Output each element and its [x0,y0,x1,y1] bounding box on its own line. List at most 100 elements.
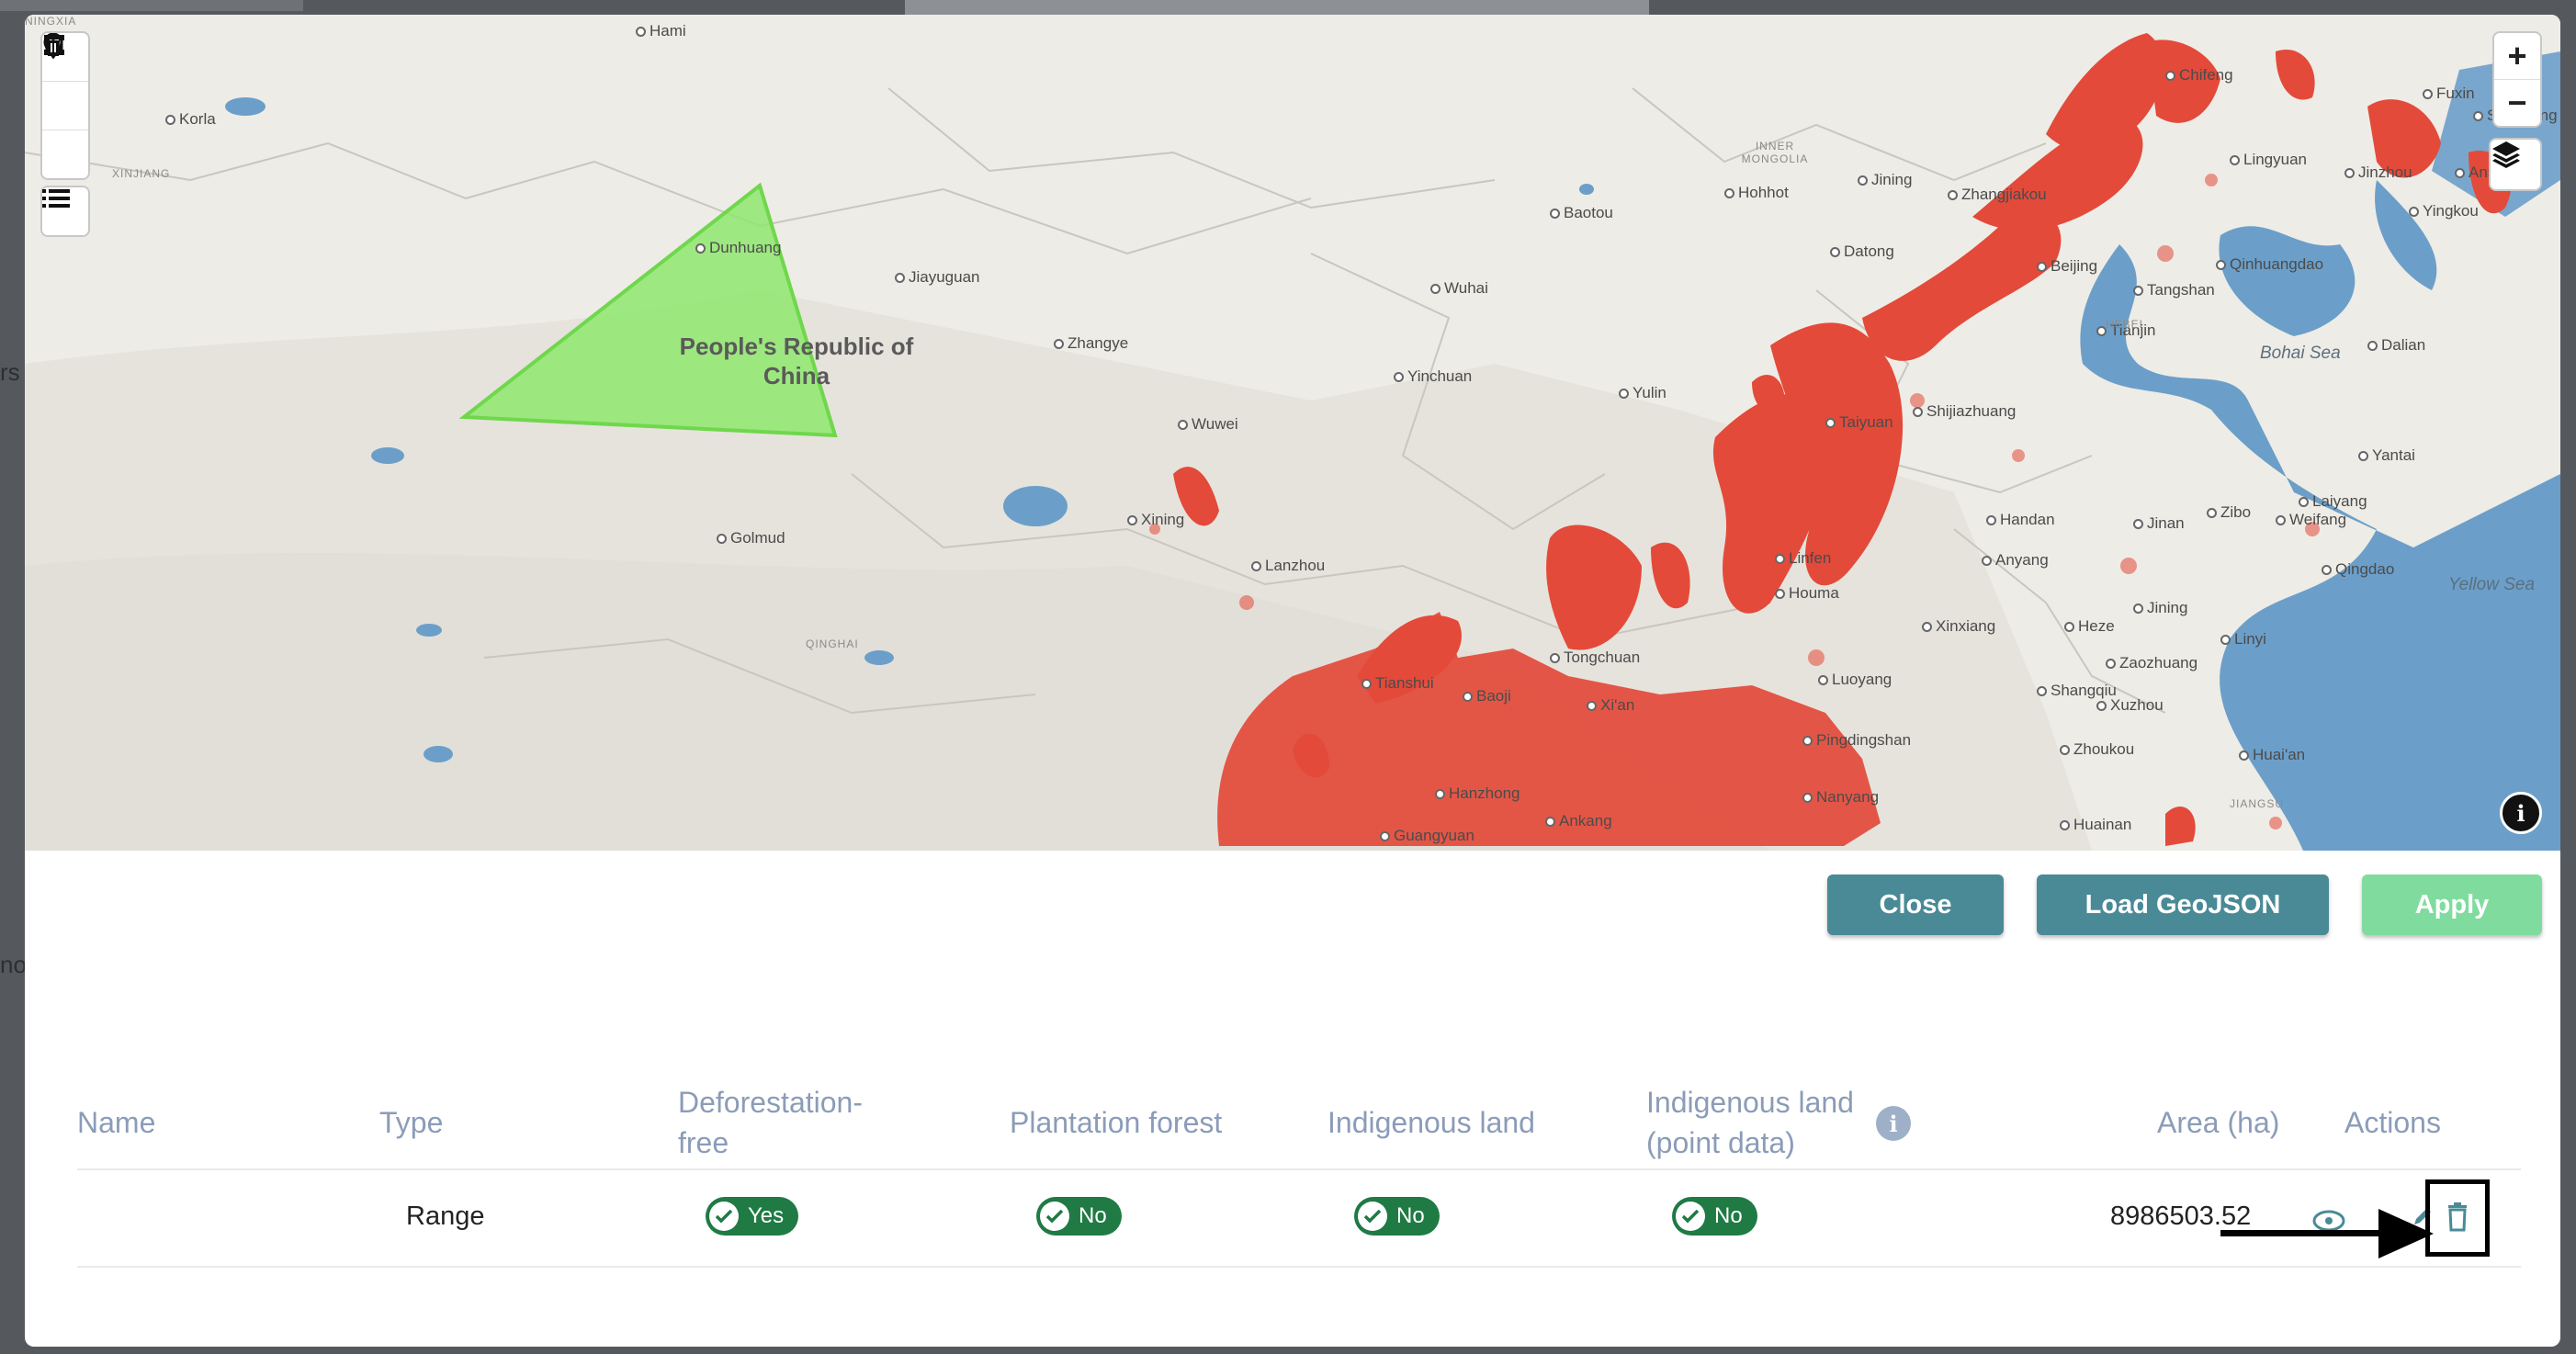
map-city-label: Luoyang [1818,671,1892,689]
column-header-deforestation: Deforestation- free [678,1082,863,1163]
indigenous-info-button[interactable]: i [1876,1106,1911,1141]
map-info-button[interactable]: i [2500,792,2542,834]
map-city-label: Wuwei [1178,415,1238,434]
list-icon [42,189,70,208]
map-city-label: Heze [2064,617,2115,636]
column-header-name: Name [77,1106,156,1139]
map-region-label: JIANGSU [2230,797,2285,810]
backdrop-top-bar [905,0,1649,15]
table-header-divider [77,1168,2521,1170]
map-city-label: Shangqiu [2037,682,2117,700]
delete-shapes-button[interactable] [42,33,88,178]
map-city-label: Huai'an [2239,746,2305,764]
map-city-label: Handan [1986,511,2055,529]
map-sea-label: Bohai Sea [2260,344,2341,363]
map-city-label: Beijing [2037,257,2097,276]
header-line: free [678,1126,729,1159]
map-city-label: Linfen [1775,549,1831,568]
map-city-label: Jining [2133,599,2187,617]
list-toolbar [40,186,90,237]
map-city-label: Tongchuan [1550,649,1640,667]
map-city-label: Yingkou [2409,202,2479,220]
column-header-area: Area (ha) [2157,1106,2280,1139]
close-button[interactable]: Close [1827,874,2004,935]
map-country-label: People's Republic of China [679,333,914,389]
draw-marker-button[interactable] [42,33,88,130]
map-city-label: Wuhai [1430,279,1488,298]
column-header-plantation: Plantation forest [1010,1106,1223,1139]
minus-icon: − [2507,84,2527,121]
map-city-label: Jinzhou [2344,164,2412,182]
indigenous-point-badge: No [1672,1197,1757,1236]
map-city-label: Xining [1127,511,1184,529]
annotation-highlight-box [2425,1179,2490,1257]
map-city-label: Qingdao [2322,560,2394,579]
map-city-label: Tianshui [1361,674,1434,693]
load-geojson-button[interactable]: Load GeoJSON [2037,874,2329,935]
check-icon [1676,1202,1705,1231]
check-icon [1040,1202,1069,1231]
backdrop-strip [0,0,303,11]
area-selection-modal: Hami Korla Dunhuang Jiayuguan Zhangye Wu… [25,15,2560,1347]
map-city-label: Dalian [2367,336,2425,355]
header-line: (point data) [1646,1126,1795,1159]
map-city-label: Guangyuan [1380,827,1474,845]
map-city-label: Baoji [1463,687,1511,705]
row-type: Range [406,1202,485,1231]
zoom-in-button[interactable]: + [2494,33,2540,79]
badge-label: Yes [748,1203,785,1228]
map-city-label: Hanzhong [1435,784,1520,803]
map-city-label: Taiyuan [1825,413,1893,432]
map-city-label: Zhangjiakou [1948,186,2047,204]
annotation-arrow [2220,1209,2434,1258]
info-icon: i [1889,1110,1898,1137]
column-header-type: Type [379,1106,444,1139]
header-line: Indigenous land [1646,1086,1854,1119]
map-city-label: Baotou [1550,204,1613,222]
map-city-label: Shijiazhuang [1913,402,2016,421]
info-icon: i [2516,799,2525,827]
indigenous-land-badge: No [1354,1197,1440,1236]
header-line: Deforestation- [678,1086,863,1119]
zoom-out-button[interactable]: − [2494,79,2540,126]
map-city-label: Xi'an [1587,696,1634,715]
column-header-indigenous-point: Indigenous land (point data) [1646,1082,1854,1163]
apply-button[interactable]: Apply [2362,874,2542,935]
map-view[interactable]: Hami Korla Dunhuang Jiayuguan Zhangye Wu… [25,15,2560,851]
map-city-label: Nanyang [1802,788,1879,807]
map-city-label: Linyi [2220,630,2266,649]
map-city-label: Xinxiang [1922,617,1995,636]
map-sea-label: Yellow Sea [2448,575,2536,594]
draw-toolbar [40,31,90,180]
map-city-label: Hami [636,22,686,40]
plantation-forest-badge: No [1036,1197,1122,1236]
map-city-label: Hohhot [1724,184,1789,202]
map-city-label: Jining [1858,171,1912,189]
map-city-label: Yulin [1619,384,1666,402]
map-city-label: Lanzhou [1251,557,1325,575]
map-city-label: Golmud [717,529,785,547]
map-city-label: Datong [1830,243,1894,261]
trash-icon [45,33,62,56]
map-region-label: HEBEI [2106,318,2144,331]
map-city-label: Lingyuan [2230,151,2307,169]
map-city-label: Laiyang [2299,492,2367,511]
backdrop-text: no [0,951,27,978]
list-view-button[interactable] [42,187,88,235]
map-city-label: Yinchuan [1394,367,1472,386]
map-city-label: Jinan [2133,514,2185,533]
map-region-label: XINJIANG [112,167,171,180]
deforestation-free-badge: Yes [706,1197,799,1236]
map-city-label: Dunhuang [695,239,781,257]
badge-label: No [1079,1203,1107,1228]
map-canvas [25,15,2560,851]
map-city-label: Weifang [2276,511,2346,529]
layers-button[interactable] [2489,138,2542,191]
column-header-actions: Actions [2344,1106,2441,1139]
map-city-label: Zhoukou [2060,740,2134,759]
map-city-label: Ankang [1545,812,1612,830]
map-city-label: Korla [165,110,216,129]
map-city-label: Chifeng [2165,66,2233,85]
map-city-label: Tangshan [2133,281,2215,299]
plus-icon: + [2507,37,2527,74]
